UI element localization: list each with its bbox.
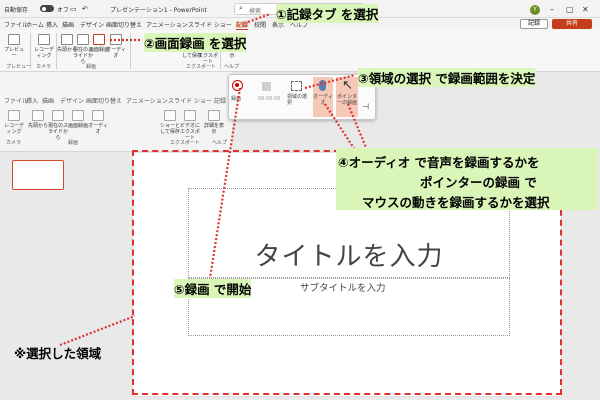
callout-line-area	[59, 314, 136, 347]
annotation-3: ③領域の選択 で録画範囲を決定	[358, 68, 536, 87]
annotation-2: ②画面録画 を選択	[144, 33, 247, 52]
callout-line-4b	[346, 103, 369, 151]
callout-line-1	[247, 12, 271, 24]
callout-line-5	[208, 87, 242, 279]
annotation-4-line2: ポインターの録画 で	[420, 175, 537, 190]
annotation-4-line3: マウスの動きを録画するかを選択	[362, 195, 550, 210]
annotation-selected-area: ※選択した領域	[14, 346, 102, 361]
annotation-1: ①記録タブ を選択	[276, 4, 379, 23]
callout-line-4a	[324, 103, 356, 151]
callout-line-3	[304, 73, 356, 90]
annotation-5: ⑤録画 で開始	[174, 279, 252, 298]
annotation-4-line1: ④オーディオ で音声を録画するかを	[338, 155, 540, 170]
